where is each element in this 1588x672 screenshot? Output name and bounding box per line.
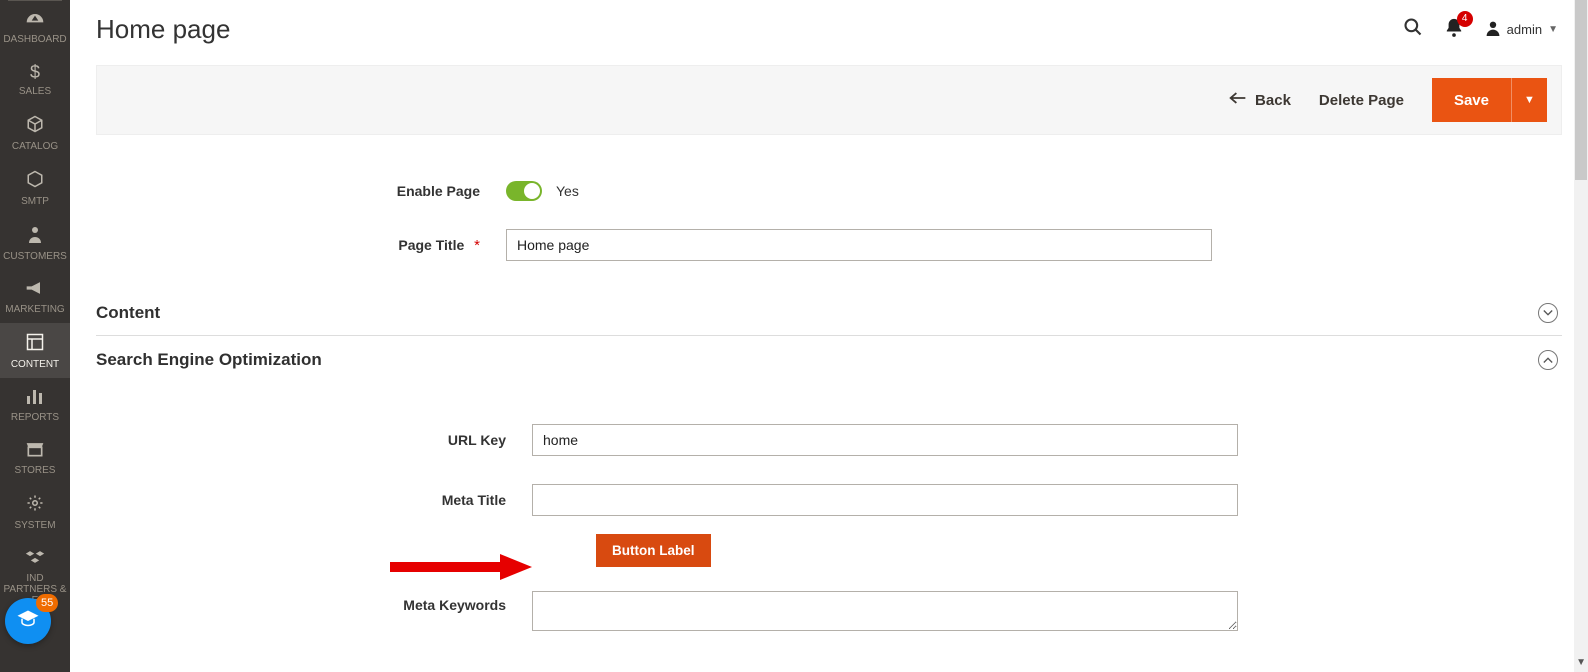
chevron-up-icon — [1538, 350, 1558, 370]
section-seo: Search Engine Optimization URL Key Meta … — [96, 336, 1562, 672]
section-content: Content — [96, 289, 1562, 336]
person-icon — [28, 225, 42, 246]
section-seo-toggle[interactable]: Search Engine Optimization — [96, 336, 1562, 382]
admin-menu[interactable]: admin ▼ — [1485, 20, 1558, 39]
sidebar-item-stores[interactable]: STORES — [0, 431, 70, 484]
user-icon — [1485, 20, 1501, 39]
sidebar-item-smtp[interactable]: SMTP — [0, 160, 70, 215]
seo-body: URL Key Meta Title Button Label Meta Key… — [96, 382, 1562, 672]
search-button[interactable] — [1403, 17, 1423, 43]
caret-down-icon: ▼ — [1524, 94, 1535, 106]
search-icon — [1403, 20, 1423, 42]
dollar-icon: $ — [30, 63, 40, 81]
graduation-cap-icon — [16, 609, 40, 633]
sidebar-item-content[interactable]: CONTENT — [0, 323, 70, 378]
storefront-icon — [25, 441, 45, 460]
sidebar-nav: DASHBOARD $ SALES CATALOG SMTP CUSTOMERS… — [0, 0, 70, 672]
delete-page-button[interactable]: Delete Page — [1319, 92, 1404, 109]
section-seo-title: Search Engine Optimization — [96, 350, 322, 370]
sidebar-item-label: SMTP — [21, 196, 49, 207]
field-enable-page: Enable Page Yes — [70, 181, 1588, 201]
page-title-input[interactable] — [506, 229, 1212, 261]
meta-title-input[interactable] — [532, 484, 1238, 516]
header-actions: 4 admin ▼ — [1403, 17, 1558, 43]
gear-icon — [26, 494, 44, 515]
page-title-label: Page Title — [398, 237, 464, 253]
section-content-toggle[interactable]: Content — [96, 289, 1562, 335]
sidebar-item-label: MARKETING — [5, 304, 64, 315]
gauge-icon — [25, 11, 45, 29]
scroll-down-arrow-icon[interactable]: ▼ — [1576, 657, 1586, 668]
sidebar-item-dashboard[interactable]: DASHBOARD — [0, 1, 70, 53]
bars-icon — [26, 388, 44, 407]
field-meta-keywords: Meta Keywords — [96, 591, 1562, 636]
notif-count: 4 — [1457, 11, 1473, 27]
main-content: Home page 4 admin ▼ — [70, 0, 1588, 672]
enable-page-toggle[interactable] — [506, 181, 542, 201]
field-page-title: Page Title * — [70, 229, 1588, 261]
meta-keywords-label: Meta Keywords — [96, 591, 532, 613]
url-key-label: URL Key — [96, 432, 532, 448]
button-label-button[interactable]: Button Label — [596, 534, 711, 567]
layout-icon — [26, 333, 44, 354]
hexagon-icon — [26, 170, 44, 191]
back-label: Back — [1255, 92, 1291, 109]
enable-page-value: Yes — [556, 183, 579, 199]
save-dropdown-button[interactable]: ▼ — [1511, 78, 1547, 122]
action-bar: Back Delete Page Save ▼ — [96, 65, 1562, 135]
section-content-title: Content — [96, 303, 160, 323]
sidebar-item-label: DASHBOARD — [3, 34, 66, 45]
sidebar-item-label: SYSTEM — [14, 520, 55, 531]
save-button-group: Save ▼ — [1432, 78, 1547, 122]
sidebar-item-marketing[interactable]: MARKETING — [0, 270, 70, 323]
notifications-button[interactable]: 4 — [1445, 17, 1463, 43]
admin-label: admin — [1507, 22, 1542, 37]
sidebar-item-label: REPORTS — [11, 412, 59, 423]
back-button[interactable]: Back — [1229, 91, 1291, 109]
cubes-icon — [25, 549, 45, 568]
sidebar-item-label: CONTENT — [11, 359, 59, 370]
field-url-key: URL Key — [96, 424, 1562, 456]
field-button-label: Button Label — [96, 534, 1562, 567]
page-title: Home page — [96, 14, 230, 45]
cube-icon — [26, 115, 44, 136]
meta-keywords-input[interactable] — [532, 591, 1238, 631]
delete-label: Delete Page — [1319, 92, 1404, 109]
sidebar-item-sales[interactable]: $ SALES — [0, 53, 70, 105]
form-basic: Enable Page Yes Page Title * — [70, 181, 1588, 261]
sidebar-item-customers[interactable]: CUSTOMERS — [0, 215, 70, 270]
sidebar-item-label: CATALOG — [12, 141, 58, 152]
megaphone-icon — [25, 280, 45, 299]
sidebar-item-system[interactable]: SYSTEM — [0, 484, 70, 539]
scrollbar-thumb[interactable] — [1575, 0, 1587, 180]
sidebar-item-reports[interactable]: REPORTS — [0, 378, 70, 431]
help-badge-count: 55 — [36, 594, 58, 612]
save-button[interactable]: Save — [1432, 78, 1511, 122]
arrow-left-icon — [1229, 91, 1247, 109]
sidebar-item-label: SALES — [19, 86, 51, 97]
enable-page-label: Enable Page — [70, 183, 506, 199]
sidebar-item-catalog[interactable]: CATALOG — [0, 105, 70, 160]
scrollbar-track[interactable]: ▼ — [1574, 0, 1588, 672]
caret-down-icon: ▼ — [1548, 24, 1558, 35]
sidebar-item-label: CUSTOMERS — [3, 251, 67, 262]
page-header: Home page 4 admin ▼ — [70, 0, 1588, 55]
url-key-input[interactable] — [532, 424, 1238, 456]
sidebar-item-label: STORES — [15, 465, 56, 476]
chevron-down-icon — [1538, 303, 1558, 323]
required-star-icon: * — [474, 237, 480, 254]
meta-title-label: Meta Title — [96, 492, 532, 508]
field-meta-title: Meta Title — [96, 484, 1562, 516]
